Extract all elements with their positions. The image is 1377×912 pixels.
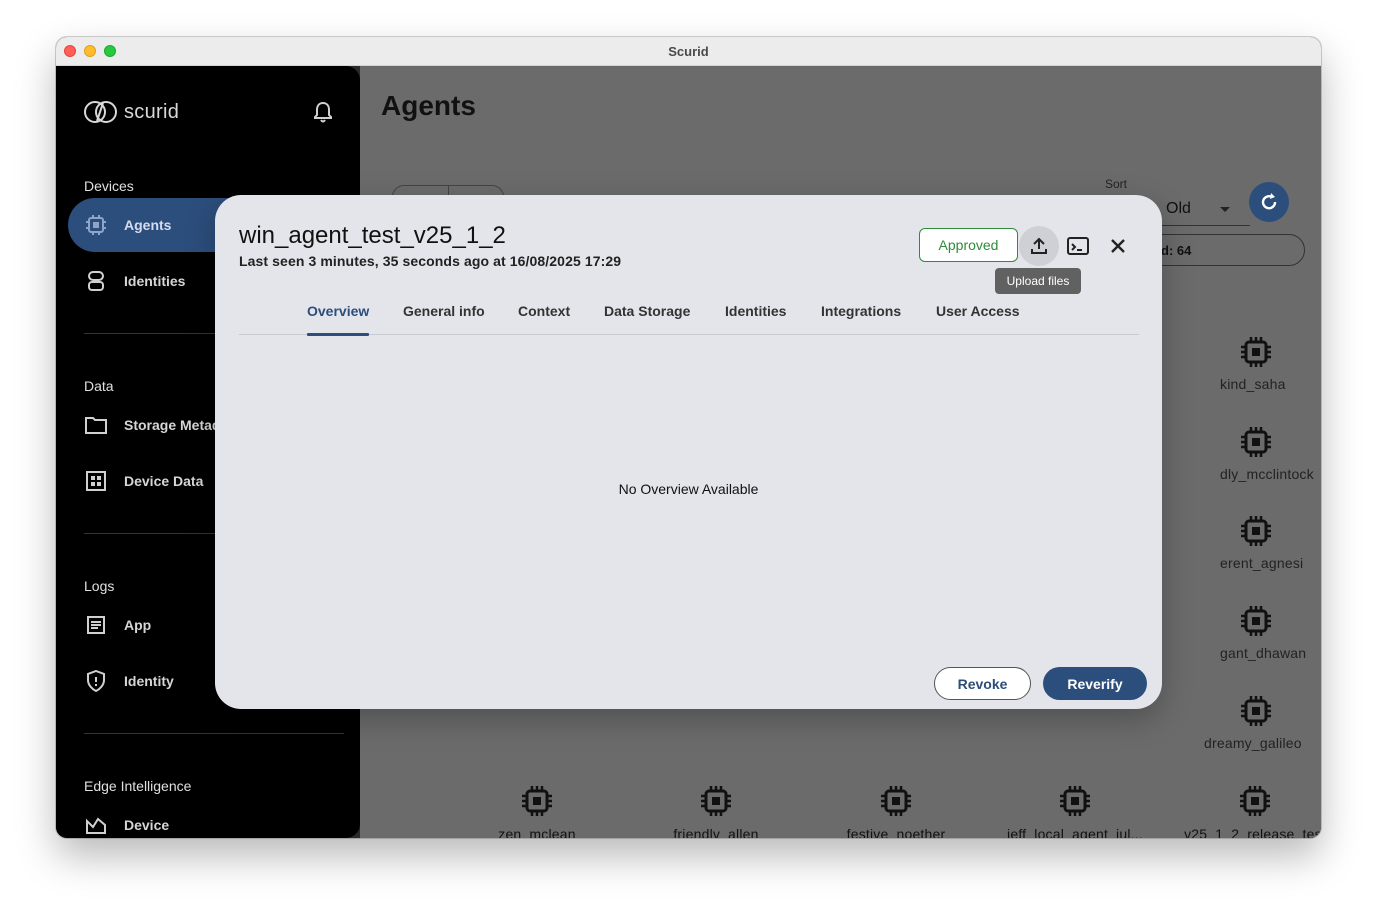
chip-icon [1241, 516, 1271, 546]
terminal-icon [1067, 237, 1089, 255]
section-label-devices: Devices [84, 178, 134, 194]
close-icon [1111, 239, 1125, 253]
sort-label: Sort [1105, 177, 1128, 191]
agent-card[interactable]: festive_noether [806, 785, 986, 838]
agent-name: erent_agnesi [1220, 555, 1304, 571]
chip-icon [881, 786, 911, 816]
status-badge: Approved [919, 228, 1018, 262]
minimize-window-button[interactable] [84, 45, 96, 57]
chip-icon [1241, 337, 1271, 367]
section-label-edge-intelligence: Edge Intelligence [84, 778, 192, 794]
sidebar-item-label: Device Data [124, 473, 204, 489]
refresh-button[interactable] [1249, 182, 1289, 222]
section-label-data: Data [84, 378, 114, 394]
agent-name: friendly_allen [673, 826, 759, 838]
device-data-icon [84, 469, 108, 493]
sort-select[interactable]: Old [1150, 194, 1250, 226]
refresh-icon [1261, 193, 1277, 210]
empty-overview-message: No Overview Available [618, 481, 759, 497]
agent-name: kind_saha [1220, 376, 1286, 392]
sort-value: Old [1166, 200, 1191, 217]
page-title: Agents [381, 90, 476, 121]
maximize-window-button[interactable] [104, 45, 116, 57]
upload-files-button[interactable] [1019, 226, 1059, 266]
folder-icon [84, 413, 108, 437]
tab-user-access[interactable]: User Access [936, 301, 1020, 335]
agent-card[interactable]: friendly_allen [626, 785, 806, 838]
window-controls [64, 45, 116, 57]
chip-icon [1060, 786, 1090, 816]
agent-card[interactable]: jeff_local_agent_jul... [985, 785, 1165, 838]
agent-card[interactable]: zen_mclean [447, 785, 627, 838]
identity-icon [84, 269, 108, 293]
sidebar-divider [84, 733, 344, 734]
dialog-tabs: Overview General info Context Data Stora… [239, 301, 1139, 336]
caret-down-icon [1220, 207, 1230, 212]
logo-text: scurid [124, 100, 180, 123]
agent-card[interactable]: v25_1_2_release_test [1165, 785, 1321, 838]
chip-icon [701, 786, 731, 816]
chart-icon [84, 813, 108, 837]
agent-name: dly_mcclintock [1220, 466, 1314, 482]
chip-icon [1241, 696, 1271, 726]
chip-icon [1240, 786, 1270, 816]
sidebar-item-label: Device [124, 817, 170, 833]
sidebar-item-device[interactable]: Device [68, 798, 360, 838]
tab-general-info[interactable]: General info [403, 301, 485, 335]
agent-name: jeff_local_agent_jul... [1007, 826, 1143, 838]
tab-context[interactable]: Context [518, 301, 570, 335]
revoke-button[interactable]: Revoke [934, 667, 1031, 700]
agent-count-chip: d: 64 [1140, 234, 1305, 266]
sidebar-item-label: App [124, 617, 152, 633]
tab-overview[interactable]: Overview [307, 301, 370, 336]
title-bar: Scurid [56, 37, 1321, 66]
dialog-title: win_agent_test_v25_1_2 [239, 222, 506, 249]
upload-tooltip: Upload files [995, 268, 1081, 294]
agent-detail-dialog: win_agent_test_v25_1_2 Last seen 3 minut… [215, 195, 1162, 709]
window-title: Scurid [668, 43, 709, 59]
notifications-bell-icon[interactable] [313, 101, 333, 128]
tab-data-storage[interactable]: Data Storage [604, 301, 690, 335]
agent-name: gant_dhawan [1220, 645, 1307, 661]
chip-icon [1241, 427, 1271, 457]
tab-identities[interactable]: Identities [725, 301, 786, 335]
upload-icon [1031, 237, 1047, 254]
shield-icon [84, 669, 108, 693]
section-label-logs: Logs [84, 578, 115, 594]
agent-name: zen_mclean [498, 826, 576, 838]
close-window-button[interactable] [64, 45, 76, 57]
close-dialog-button[interactable] [1098, 226, 1138, 266]
app-logo: scurid [84, 100, 179, 124]
agent-count-text: d: 64 [1161, 243, 1192, 258]
sidebar-item-label: Identity [124, 673, 174, 689]
tab-integrations[interactable]: Integrations [821, 301, 901, 335]
reverify-button[interactable]: Reverify [1043, 667, 1147, 700]
sidebar-item-label: Identities [124, 273, 186, 289]
chip-icon [1241, 606, 1271, 636]
chip-icon [84, 213, 108, 237]
terminal-button[interactable] [1058, 226, 1098, 266]
document-icon [84, 613, 108, 637]
sidebar-item-label: Agents [124, 217, 172, 233]
chip-icon [522, 786, 552, 816]
agent-name: v25_1_2_release_test [1184, 826, 1321, 838]
agent-name: dreamy_galileo [1204, 735, 1302, 751]
last-seen-text: Last seen 3 minutes, 35 seconds ago at 1… [239, 253, 622, 269]
logo-mark-icon [84, 101, 117, 123]
agent-name: festive_noether [846, 826, 946, 838]
